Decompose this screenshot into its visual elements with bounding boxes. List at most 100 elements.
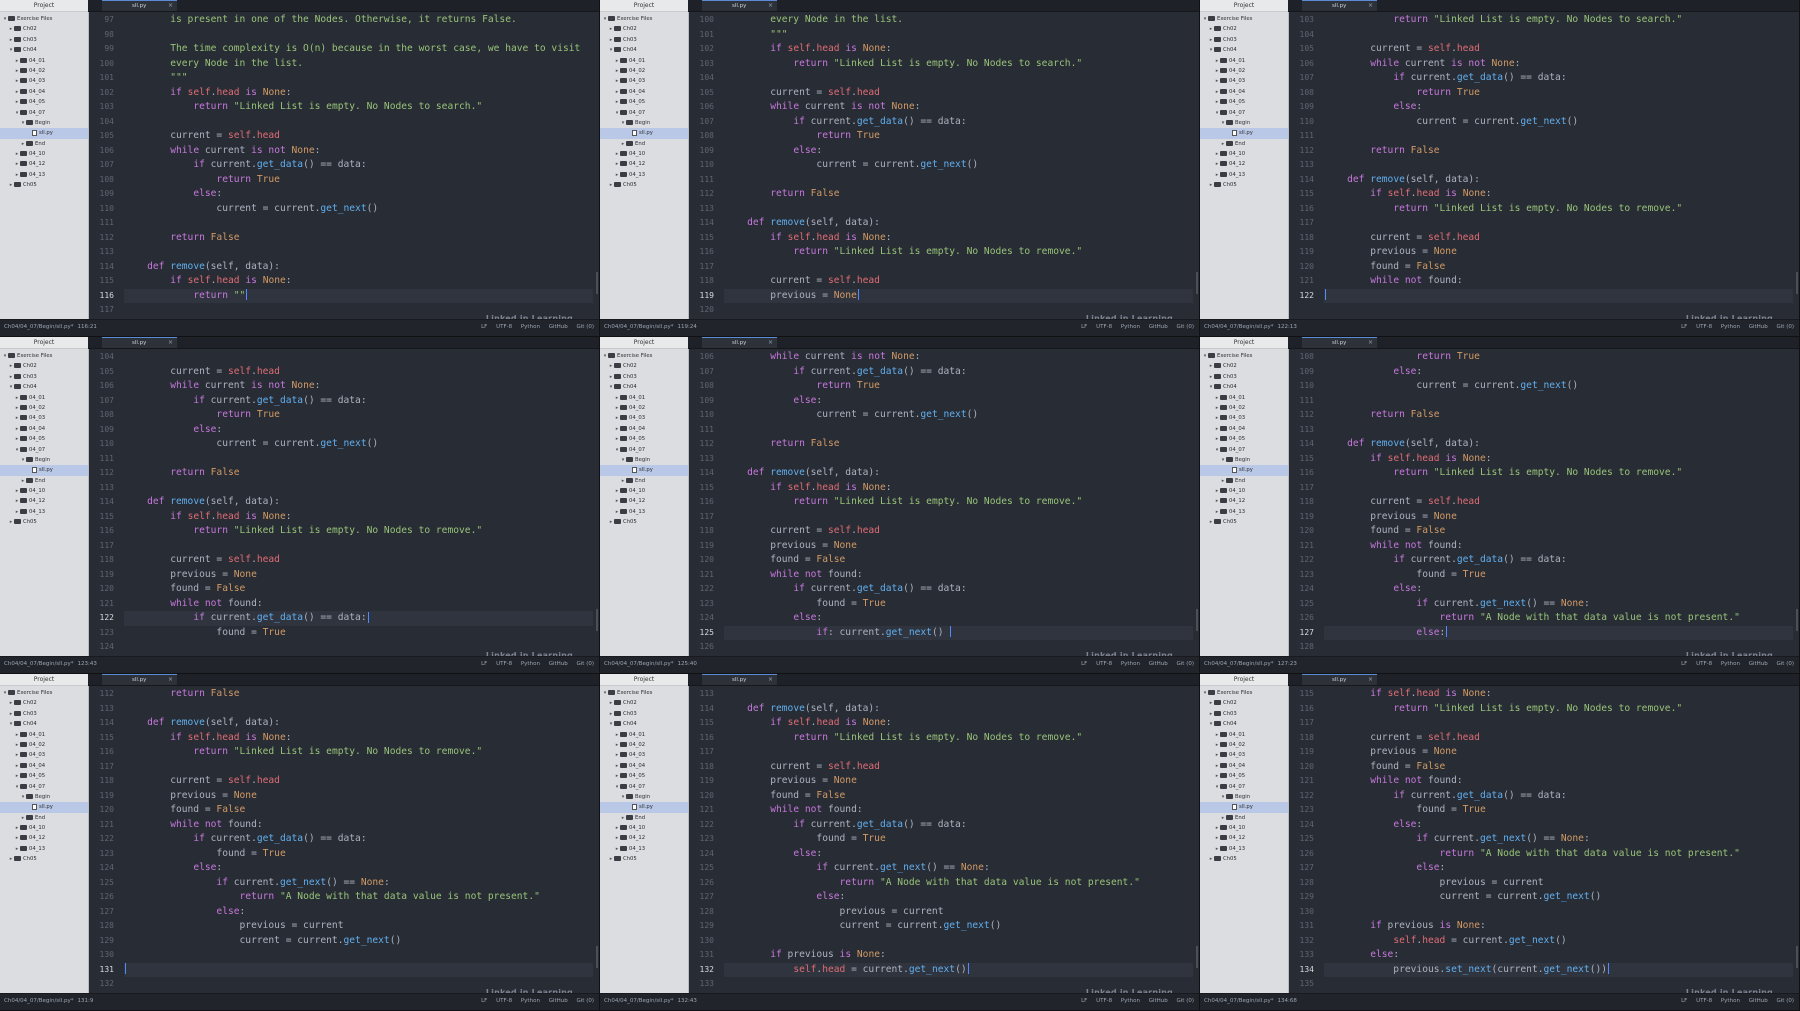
tab-sll-py[interactable]: sll.py × bbox=[702, 674, 777, 685]
code-line[interactable] bbox=[124, 452, 593, 467]
code-line[interactable]: if current.get_data() == data: bbox=[124, 611, 593, 626]
code-line[interactable]: return "Linked List is empty. No Nodes t… bbox=[724, 245, 1193, 260]
code-line[interactable]: while not found: bbox=[124, 818, 593, 833]
tree-item-ch05[interactable]: ▸ Ch05 bbox=[600, 517, 688, 527]
code-line[interactable] bbox=[124, 216, 593, 231]
code-line[interactable]: current = self.head bbox=[724, 274, 1193, 289]
code-line[interactable]: if previous is None: bbox=[724, 948, 1193, 963]
code-line[interactable]: while current is not None: bbox=[724, 100, 1193, 115]
status-language[interactable]: Python bbox=[1121, 998, 1140, 1004]
status-github[interactable]: GitHub bbox=[549, 661, 568, 667]
tree-item-04-05[interactable]: ▸ 04_05 bbox=[0, 771, 88, 781]
code-line[interactable]: else: bbox=[1324, 625, 1793, 640]
tree-item-exercise-files[interactable]: ▾ Exercise Files bbox=[600, 14, 688, 24]
code-line[interactable]: if self.head is None: bbox=[124, 731, 593, 746]
code-line[interactable]: def remove(self, data): bbox=[724, 216, 1193, 231]
tree-item-end[interactable]: ▸ End bbox=[0, 139, 88, 149]
code-line[interactable]: every Node in the list. bbox=[124, 57, 593, 72]
code-line[interactable] bbox=[1324, 716, 1793, 731]
tree-item-ch04[interactable]: ▾ Ch04 bbox=[1200, 45, 1288, 55]
code-line[interactable]: return True bbox=[1324, 86, 1793, 101]
close-icon[interactable]: × bbox=[1368, 675, 1373, 685]
tree-item-04-02[interactable]: ▸ 04_02 bbox=[0, 403, 88, 413]
close-icon[interactable]: × bbox=[1368, 1, 1373, 11]
code-line[interactable]: previous = None bbox=[124, 568, 593, 583]
code-line[interactable]: else: bbox=[724, 611, 1193, 626]
vertical-scrollbar[interactable] bbox=[1796, 609, 1798, 631]
tree-item-04-10[interactable]: ▸ 04_10 bbox=[600, 486, 688, 496]
code-line[interactable]: while not found: bbox=[124, 597, 593, 612]
tree-item-ch04[interactable]: ▾ Ch04 bbox=[1200, 719, 1288, 729]
code-area[interactable]: return True else: current = current.get_… bbox=[1324, 350, 1793, 656]
status-file-path[interactable]: Ch04/04_07/Begin/sll.py* 119:24 bbox=[604, 320, 697, 335]
code-line[interactable]: return "A Node with that data value is n… bbox=[1324, 611, 1793, 626]
code-line[interactable]: return "Linked List is empty. No Nodes t… bbox=[1324, 702, 1793, 717]
tree-item-ch04[interactable]: ▾ Ch04 bbox=[600, 382, 688, 392]
tree-item-ch04[interactable]: ▾ Ch04 bbox=[1200, 382, 1288, 392]
tree-item-04-01[interactable]: ▸ 04_01 bbox=[0, 56, 88, 66]
tree-item-end[interactable]: ▸ End bbox=[1200, 813, 1288, 823]
code-line[interactable]: current = self.head bbox=[1324, 495, 1793, 510]
code-line[interactable]: previous = None bbox=[724, 288, 1193, 303]
status-file-path[interactable]: Ch04/04_07/Begin/sll.py* 127:23 bbox=[1204, 657, 1297, 672]
code-line[interactable]: else: bbox=[724, 847, 1193, 862]
code-line[interactable]: return False bbox=[1324, 408, 1793, 423]
code-line[interactable]: found = True bbox=[124, 626, 593, 641]
code-line[interactable] bbox=[124, 948, 593, 963]
tree-item-04-12[interactable]: ▸ 04_12 bbox=[1200, 159, 1288, 169]
status-git[interactable]: Git (0) bbox=[1177, 661, 1195, 667]
code-line[interactable]: found = True bbox=[1324, 803, 1793, 818]
tree-item-begin[interactable]: ▾ Begin bbox=[600, 455, 688, 465]
status-cursor-position[interactable]: 132:43 bbox=[677, 998, 696, 1004]
vertical-scrollbar[interactable] bbox=[1196, 272, 1198, 294]
status-file-path[interactable]: Ch04/04_07/Begin/sll.py* 123:43 bbox=[4, 657, 97, 672]
code-line[interactable]: return "A Node with that data value is n… bbox=[1324, 847, 1793, 862]
status-file-path[interactable]: Ch04/04_07/Begin/sll.py* 125:40 bbox=[604, 657, 697, 672]
tree-item-sll-py[interactable]: sll.py bbox=[1200, 465, 1288, 476]
vertical-scrollbar[interactable] bbox=[1796, 946, 1798, 968]
tree-item-ch02[interactable]: ▸ Ch02 bbox=[1200, 24, 1288, 34]
status-line-ending[interactable]: LF bbox=[1081, 998, 1087, 1004]
status-line-ending[interactable]: LF bbox=[481, 998, 487, 1004]
code-line[interactable]: previous.set_next(current.get_next()) bbox=[1324, 962, 1793, 977]
tree-item-04-04[interactable]: ▸ 04_04 bbox=[1200, 761, 1288, 771]
code-line[interactable] bbox=[1324, 216, 1793, 231]
code-line[interactable]: return True bbox=[724, 129, 1193, 144]
code-line[interactable]: else: bbox=[1324, 582, 1793, 597]
code-area[interactable]: every Node in the list. """ if self.head… bbox=[724, 13, 1193, 319]
tree-item-ch05[interactable]: ▸ Ch05 bbox=[600, 854, 688, 864]
tree-item-04-07[interactable]: ▾ 04_07 bbox=[1200, 782, 1288, 792]
vertical-scrollbar[interactable] bbox=[596, 946, 598, 968]
tree-item-ch03[interactable]: ▸ Ch03 bbox=[0, 372, 88, 382]
tree-item-04-03[interactable]: ▸ 04_03 bbox=[600, 750, 688, 760]
tree-item-04-03[interactable]: ▸ 04_03 bbox=[1200, 750, 1288, 760]
code-line[interactable]: found = False bbox=[1324, 524, 1793, 539]
code-line[interactable]: if self.head is None: bbox=[1324, 187, 1793, 202]
tree-item-04-04[interactable]: ▸ 04_04 bbox=[1200, 424, 1288, 434]
tree-item-04-13[interactable]: ▸ 04_13 bbox=[600, 170, 688, 180]
code-line[interactable] bbox=[1324, 28, 1793, 43]
tree-item-exercise-files[interactable]: ▾ Exercise Files bbox=[1200, 351, 1288, 361]
code-line[interactable]: current = current.get_next() bbox=[1324, 379, 1793, 394]
tree-item-begin[interactable]: ▾ Begin bbox=[1200, 118, 1288, 128]
tree-item-04-13[interactable]: ▸ 04_13 bbox=[0, 170, 88, 180]
code-line[interactable] bbox=[724, 452, 1193, 467]
status-github[interactable]: GitHub bbox=[1149, 324, 1168, 330]
tree-item-ch03[interactable]: ▸ Ch03 bbox=[600, 35, 688, 45]
code-line[interactable]: return "Linked List is empty. No Nodes t… bbox=[124, 100, 593, 115]
code-line[interactable]: while not found: bbox=[724, 568, 1193, 583]
code-line[interactable]: return False bbox=[124, 231, 593, 246]
code-area[interactable]: if self.head is None: return "Linked Lis… bbox=[1324, 687, 1793, 993]
code-line[interactable] bbox=[124, 539, 593, 554]
tree-item-ch02[interactable]: ▸ Ch02 bbox=[600, 361, 688, 371]
status-line-ending[interactable]: LF bbox=[1681, 998, 1687, 1004]
code-line[interactable]: found = False bbox=[1324, 760, 1793, 775]
tree-item-04-04[interactable]: ▸ 04_04 bbox=[600, 87, 688, 97]
code-line[interactable]: if self.head is None: bbox=[1324, 687, 1793, 702]
status-encoding[interactable]: UTF-8 bbox=[1096, 998, 1112, 1004]
code-line[interactable]: def remove(self, data): bbox=[724, 466, 1193, 481]
vertical-scrollbar[interactable] bbox=[1196, 609, 1198, 631]
code-line[interactable]: if current.get_data() == data: bbox=[124, 394, 593, 409]
code-line[interactable]: if current.get_next() == None: bbox=[724, 861, 1193, 876]
tree-item-04-07[interactable]: ▾ 04_07 bbox=[0, 782, 88, 792]
